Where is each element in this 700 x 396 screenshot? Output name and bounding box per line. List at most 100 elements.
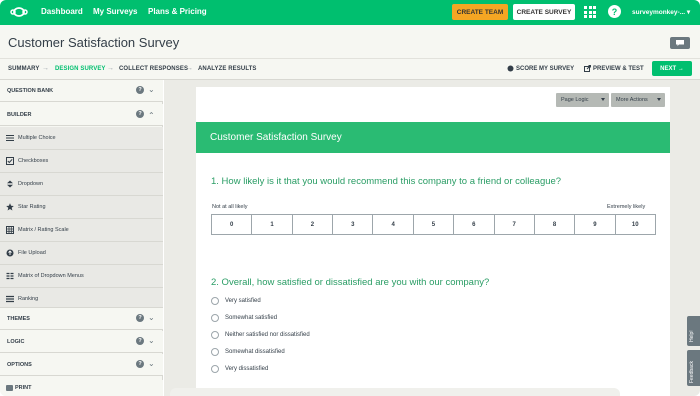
radio-button[interactable] <box>211 331 219 339</box>
builder-item-multiple-choice[interactable]: Multiple Choice <box>0 127 163 150</box>
help-icon[interactable]: ? <box>136 360 144 368</box>
scale-high-label: Extremely likely <box>607 204 646 210</box>
step-summary[interactable]: SUMMARY <box>8 66 39 72</box>
radio-button[interactable] <box>211 365 219 373</box>
survey-header-title: Customer Satisfaction Survey <box>210 132 342 143</box>
preview-icon <box>584 65 591 72</box>
print-button[interactable]: PRINT <box>0 380 163 396</box>
radio-button[interactable] <box>211 314 219 322</box>
scale-option[interactable]: 6 <box>454 215 495 234</box>
builder-item-matrix-rating-scale[interactable]: Matrix / Rating Scale <box>0 219 163 242</box>
page-bottom-edge <box>170 388 620 396</box>
builder-item-ranking[interactable]: Ranking <box>0 288 163 308</box>
step-collect-responses[interactable]: COLLECT RESPONSES <box>119 66 188 72</box>
question-2-title[interactable]: 2. Overall, how satisfied or dissatisfie… <box>211 277 489 288</box>
apps-grid-icon[interactable] <box>584 6 596 18</box>
title-bar: Customer Satisfaction Survey <box>0 25 700 59</box>
score-my-survey-button[interactable]: SCORE MY SURVEY <box>516 66 574 72</box>
chevron-down-icon: ▾ <box>686 9 691 16</box>
caret-down-icon <box>601 98 605 101</box>
comment-icon <box>676 40 684 46</box>
builder-item-checkboxes[interactable]: Checkboxes <box>0 150 163 173</box>
scale-option[interactable]: 7 <box>495 215 535 234</box>
answer-label: Somewhat dissatisfied <box>225 349 285 355</box>
builder-item-label: Multiple Choice <box>18 135 56 141</box>
upload-icon <box>6 249 14 257</box>
help-icon[interactable]: ? <box>136 86 144 94</box>
question-1-title[interactable]: 1. How likely is it that you would recom… <box>211 176 561 187</box>
builder-item-label: Star Rating <box>18 204 46 210</box>
app-window: Dashboard My Surveys Plans & Pricing CRE… <box>0 0 700 396</box>
section-label: LOGIC <box>7 339 25 345</box>
user-menu[interactable]: surveymonkey-... ▾ <box>632 8 690 16</box>
answer-label: Somewhat satisfied <box>225 315 278 321</box>
section-options[interactable]: OPTIONS ? ⌄ <box>0 354 163 376</box>
chevron-down-icon[interactable]: ⌄ <box>148 313 155 322</box>
answer-label: Neither satisfied nor dissatisfied <box>225 332 310 338</box>
survey-steps-bar: SUMMARY → DESIGN SURVEY → COLLECT RESPON… <box>0 59 700 80</box>
step-design-survey[interactable]: DESIGN SURVEY <box>55 66 106 72</box>
scale-option[interactable]: 8 <box>535 215 576 234</box>
answer-label: Very satisfied <box>225 298 261 304</box>
builder-item-label: Ranking <box>18 296 39 302</box>
survey-header[interactable]: Customer Satisfaction Survey <box>196 122 670 153</box>
builder-item-dropdown[interactable]: Dropdown <box>0 173 163 196</box>
scale-option[interactable]: 2 <box>293 215 334 234</box>
help-icon[interactable]: ? <box>136 337 144 345</box>
help-tab[interactable]: Help! <box>687 316 700 346</box>
comment-button[interactable] <box>670 37 690 49</box>
nav-plans-pricing[interactable]: Plans & Pricing <box>148 7 207 16</box>
section-label: QUESTION BANK <box>7 88 54 94</box>
section-logic[interactable]: LOGIC ? ⌄ <box>0 331 163 353</box>
user-name: surveymonkey-... <box>632 9 686 16</box>
scale-option[interactable]: 9 <box>575 215 616 234</box>
page-logic-dropdown[interactable]: Page Logic <box>556 93 609 107</box>
help-tab-label: Help! <box>689 330 695 342</box>
scale-option[interactable]: 3 <box>333 215 374 234</box>
surveymonkey-logo-icon[interactable] <box>10 4 28 18</box>
create-survey-button[interactable]: CREATE SURVEY <box>513 4 575 20</box>
more-actions-dropdown[interactable]: More Actions <box>611 93 665 107</box>
survey-title[interactable]: Customer Satisfaction Survey <box>8 35 179 50</box>
builder-sidebar: QUESTION BANK ? ⌄ BUILDER ? ⌃ Multiple C… <box>0 80 163 396</box>
section-builder[interactable]: BUILDER ? ⌃ <box>0 104 163 126</box>
section-question-bank[interactable]: QUESTION BANK ? ⌄ <box>0 80 163 102</box>
ranking-icon <box>6 295 14 303</box>
answer-label: Very dissatisfied <box>225 366 269 372</box>
arrow-icon: → <box>42 65 49 72</box>
builder-item-file-upload[interactable]: File Upload <box>0 242 163 265</box>
help-icon[interactable]: ? <box>136 314 144 322</box>
arrow-icon: → <box>186 65 193 72</box>
step-analyze-results[interactable]: ANALYZE RESULTS <box>198 66 257 72</box>
radio-button[interactable] <box>211 297 219 305</box>
preview-test-button[interactable]: PREVIEW & TEST <box>593 66 644 72</box>
top-navigation: Dashboard My Surveys Plans & Pricing CRE… <box>0 0 700 25</box>
scale-option[interactable]: 0 <box>212 215 253 234</box>
builder-item-matrix-dropdown[interactable]: Matrix of Dropdown Menus <box>0 265 163 288</box>
help-icon[interactable]: ? <box>136 110 144 118</box>
scale-option[interactable]: 4 <box>373 215 414 234</box>
section-label: THEMES <box>7 316 30 322</box>
nav-my-surveys[interactable]: My Surveys <box>93 7 137 16</box>
print-label: PRINT <box>15 385 32 391</box>
create-team-button[interactable]: CREATE TEAM <box>452 4 508 20</box>
next-button[interactable]: NEXT → <box>652 61 692 76</box>
builder-item-star-rating[interactable]: Star Rating <box>0 196 163 219</box>
chevron-down-icon[interactable]: ⌄ <box>148 85 155 94</box>
feedback-tab[interactable]: Feedback <box>687 350 700 386</box>
matrix-icon <box>6 226 14 234</box>
scale-option[interactable]: 10 <box>616 215 655 234</box>
chevron-up-icon[interactable]: ⌃ <box>148 111 155 120</box>
dropdown-icon <box>7 180 13 188</box>
nav-dashboard[interactable]: Dashboard <box>41 7 83 16</box>
star-icon <box>6 203 14 211</box>
scale-option[interactable]: 5 <box>414 215 455 234</box>
page-logic-label: Page Logic <box>561 97 589 103</box>
chevron-down-icon[interactable]: ⌄ <box>148 359 155 368</box>
scale-option[interactable]: 1 <box>252 215 293 234</box>
matrix-dropdown-icon <box>6 272 14 280</box>
radio-button[interactable] <box>211 348 219 356</box>
section-themes[interactable]: THEMES ? ⌄ <box>0 308 163 330</box>
help-icon[interactable]: ? <box>608 5 621 18</box>
chevron-down-icon[interactable]: ⌄ <box>148 336 155 345</box>
